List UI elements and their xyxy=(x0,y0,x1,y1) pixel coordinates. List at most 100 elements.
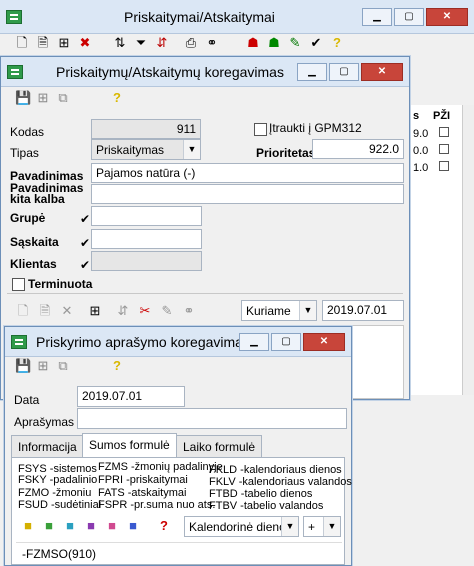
people-add-icon[interactable]: ☗ xyxy=(266,35,282,51)
sort-icon[interactable]: ⇅ xyxy=(112,35,128,51)
chevron-down-icon[interactable]: ▼ xyxy=(299,301,316,320)
help-icon[interactable]: ? xyxy=(329,35,345,51)
calendar-select[interactable]: Kalendorinė dieno ▼ xyxy=(184,516,299,537)
copy-icon[interactable]: ⧉ xyxy=(55,358,71,374)
edit-window-buttons: ▁ ▢ ✕ xyxy=(297,63,403,81)
formula-editor[interactable]: -FZMSO(910) xyxy=(16,542,342,564)
filter-date-field[interactable]: 2019.07.01 xyxy=(322,300,404,321)
minimize-button[interactable]: ▁ xyxy=(362,8,392,26)
function-item[interactable]: FSUD -sudėtiniai xyxy=(18,500,101,511)
saskaita-label: Sąskaita xyxy=(10,235,59,249)
new-icon[interactable]: 🗋 xyxy=(14,35,30,51)
folder-cyan-icon[interactable]: ■ xyxy=(62,518,78,534)
maximize-button[interactable]: ▢ xyxy=(329,63,359,81)
tree-icon[interactable]: ⊞ xyxy=(56,35,72,51)
tree-icon[interactable]: ⊞ xyxy=(35,90,51,106)
folder-yellow-icon[interactable]: ■ xyxy=(20,518,36,534)
kodas-label: Kodas xyxy=(10,125,45,139)
help-icon[interactable]: ? xyxy=(109,358,125,374)
function-item[interactable]: FSPR -pr.suma nuo ats. xyxy=(98,500,215,511)
save-icon[interactable]: 💾 xyxy=(15,90,31,106)
delete-icon[interactable]: ✖ xyxy=(77,35,93,51)
filter-icon[interactable]: ⏷ xyxy=(133,35,149,51)
desc-title: Priskyrimo aprašymo koregavimas xyxy=(36,334,250,350)
filter-mode-value: Kuriame xyxy=(246,304,291,318)
check-icon[interactable]: ✔ xyxy=(308,35,324,51)
chevron-down-icon[interactable]: ▼ xyxy=(183,140,200,159)
help-icon[interactable]: ? xyxy=(156,518,172,534)
minimize-button[interactable]: ▁ xyxy=(297,63,327,81)
main-toolbar: 🗋 🗎 ⊞ ✖ ⇅ ⏷ ⇵ ⎙ ⚭ ☗ ☗ ✎ ✔ ? xyxy=(14,35,345,51)
function-item[interactable]: FTBV -tabelio valandos xyxy=(209,501,323,512)
gpm312-checkbox[interactable] xyxy=(254,123,267,136)
new-icon[interactable]: 🗋 xyxy=(15,303,31,319)
terminuota-checkbox[interactable] xyxy=(12,278,25,291)
operator-select[interactable]: + ▼ xyxy=(303,516,341,537)
function-item[interactable]: FKLV -kalendoriaus valandos xyxy=(209,477,352,488)
delete-icon[interactable]: ✕ xyxy=(59,303,75,319)
grid-checkbox[interactable] xyxy=(439,161,449,171)
main-window-buttons: ▁ ▢ ✕ xyxy=(362,8,468,26)
function-item[interactable]: FPRI -priskaitymai xyxy=(98,475,188,486)
pavadinimas-field[interactable]: Pajamos natūra (-) xyxy=(91,163,404,183)
folder-pink-icon[interactable]: ■ xyxy=(104,518,120,534)
chevron-down-icon[interactable]: ▼ xyxy=(281,517,298,536)
edit-title: Priskaitymų/Atskaitymų koregavimas xyxy=(56,64,284,80)
grupe-field[interactable] xyxy=(91,206,202,226)
folder-blue-icon[interactable]: ■ xyxy=(125,518,141,534)
grid-checkbox[interactable] xyxy=(439,127,449,137)
sort-az-icon[interactable]: ⇵ xyxy=(154,35,170,51)
kodas-field[interactable]: 911 xyxy=(91,119,201,139)
chevron-down-icon[interactable]: ▼ xyxy=(323,517,340,536)
print-icon[interactable]: ⎙ xyxy=(183,35,199,51)
folder-purple-icon[interactable]: ■ xyxy=(83,518,99,534)
tipas-select[interactable]: Priskaitymas ▼ xyxy=(91,139,201,160)
folder-green-icon[interactable]: ■ xyxy=(41,518,57,534)
tree-icon[interactable]: ⊞ xyxy=(35,358,51,374)
copy-icon[interactable]: ⧉ xyxy=(55,90,71,106)
check-icon: ✔ xyxy=(80,212,91,226)
pavadinimas-kita-field[interactable] xyxy=(91,184,404,204)
people-icon[interactable]: ☗ xyxy=(245,35,261,51)
function-item[interactable]: FKLD -kalendoriaus dienos xyxy=(209,465,342,476)
grid-cell: 1.0 xyxy=(413,162,429,174)
pavadinimas-kita-label: Pavadinimas kita kalba xyxy=(10,181,84,206)
prioritetas-field[interactable]: 922.0 xyxy=(312,139,404,159)
function-item[interactable]: FSKY -padalinio xyxy=(18,475,97,486)
function-item[interactable]: FTBD -tabelio dienos xyxy=(209,489,312,500)
aprasymas-field[interactable] xyxy=(77,408,347,429)
grid-checkbox[interactable] xyxy=(439,144,449,154)
grid-scrollbar[interactable] xyxy=(462,105,474,395)
function-item[interactable]: FATS -atskaitymai xyxy=(98,488,186,499)
klientas-field[interactable] xyxy=(91,251,202,271)
saskaita-field[interactable] xyxy=(91,229,202,249)
close-button[interactable]: ✕ xyxy=(361,63,403,81)
edit-icon[interactable]: ✎ xyxy=(159,303,175,319)
tab-laiko-formule[interactable]: Laiko formulė xyxy=(176,435,263,457)
app-icon xyxy=(6,10,22,24)
tree-icon[interactable]: ⊞ xyxy=(87,303,103,319)
tab-sumos-formule[interactable]: Sumos formulė xyxy=(82,433,177,457)
help-icon[interactable]: ? xyxy=(109,90,125,106)
close-button[interactable]: ✕ xyxy=(303,333,345,351)
tab-informacija[interactable]: Informacija xyxy=(11,435,84,457)
binoculars-icon[interactable]: ⚭ xyxy=(181,303,197,319)
grid-cell: 9.0 xyxy=(413,128,429,140)
maximize-button[interactable]: ▢ xyxy=(394,8,424,26)
function-item[interactable]: FZMS -žmonių padalinyje xyxy=(98,462,223,473)
save-icon[interactable]: 💾 xyxy=(15,358,31,374)
desc-toolbar: 💾 ⊞ ⧉ ? xyxy=(15,358,125,374)
grupe-label: Grupė xyxy=(10,211,46,225)
filter-mode-select[interactable]: Kuriame ▼ xyxy=(241,300,317,321)
maximize-button[interactable]: ▢ xyxy=(271,333,301,351)
edit-icon[interactable]: ✎ xyxy=(287,35,303,51)
function-item[interactable]: FZMO -žmoniu xyxy=(18,488,91,499)
close-button[interactable]: ✕ xyxy=(426,8,468,26)
open-icon[interactable]: 🗎 xyxy=(35,35,51,51)
minimize-button[interactable]: ▁ xyxy=(239,333,269,351)
binoculars-icon[interactable]: ⚭ xyxy=(204,35,220,51)
cut-icon[interactable]: ✂ xyxy=(137,303,153,319)
open-icon[interactable]: 🗎 xyxy=(37,303,53,319)
data-field[interactable]: 2019.07.01 xyxy=(77,386,185,407)
sort-az-icon[interactable]: ⇵ xyxy=(115,303,131,319)
